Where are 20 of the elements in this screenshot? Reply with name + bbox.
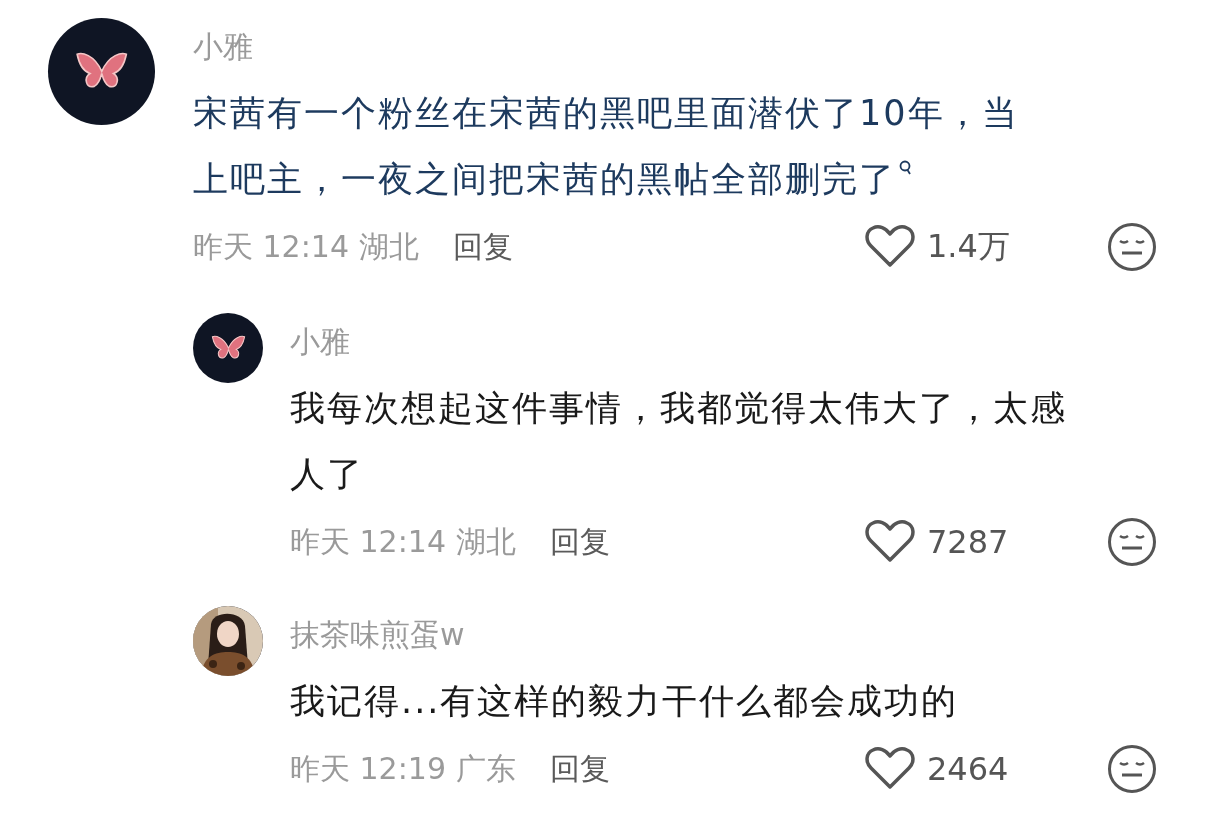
search-icon[interactable] — [898, 160, 912, 176]
heart-icon[interactable] — [865, 747, 915, 791]
expressionless-face-icon[interactable] — [1107, 744, 1157, 794]
comment-text: 我每次想起这件事情，我都觉得太伟大了，太感人了 — [290, 387, 1068, 496]
butterfly-icon — [210, 334, 246, 362]
like-count: 2464 — [927, 750, 1009, 788]
like-count: 7287 — [927, 523, 1009, 561]
expressionless-face-icon[interactable] — [1107, 517, 1157, 567]
heart-icon[interactable] — [865, 520, 915, 564]
like-count: 1.4万 — [927, 226, 1010, 267]
comment-time: 昨天 12:19 广东 — [290, 749, 516, 788]
reply-link[interactable]: 回复 — [549, 521, 610, 563]
expressionless-face-icon[interactable] — [1107, 222, 1157, 272]
reply-link[interactable]: 回复 — [452, 226, 513, 268]
comment-text: 我记得...有这样的毅力干什么都会成功的 — [290, 680, 960, 723]
heart-icon[interactable] — [865, 225, 915, 269]
comment-time: 昨天 12:14 湖北 — [193, 227, 419, 266]
comment-text: 宋茜有一个粉丝在宋茜的黑吧里面潜伏了10年，当上吧主，一夜之间把宋茜的黑帖全部删完了 — [193, 92, 1020, 201]
comment-time: 昨天 12:14 湖北 — [290, 522, 516, 561]
reply-link[interactable]: 回复 — [549, 748, 610, 790]
